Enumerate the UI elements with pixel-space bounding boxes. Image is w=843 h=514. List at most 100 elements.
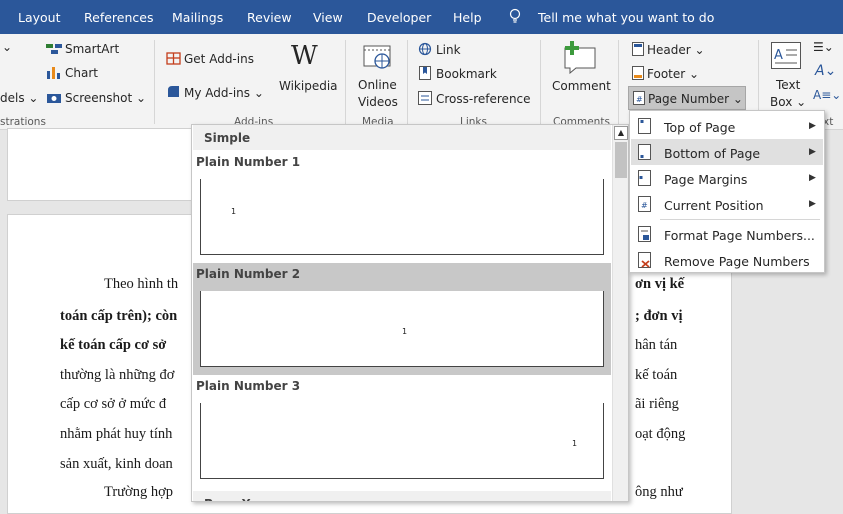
tab-layout[interactable]: Layout: [18, 10, 61, 25]
header-button[interactable]: Header ⌄: [632, 42, 705, 58]
top-of-page-icon: [638, 118, 651, 134]
doc-line-1-left[interactable]: Theo hình th: [104, 276, 178, 293]
gallery-section-header: Simple: [193, 125, 611, 150]
drop-cap-icon[interactable]: A≡⌄: [813, 88, 841, 103]
footer-preview: 1: [200, 403, 604, 479]
wordart-icon[interactable]: A⌄: [815, 64, 836, 79]
tab-developer[interactable]: Developer: [367, 10, 431, 25]
text-box-icon[interactable]: A: [771, 42, 801, 72]
gallery-scrollbar[interactable]: ▲: [612, 125, 628, 501]
comment-button[interactable]: Comment: [552, 79, 611, 94]
bookmark-button[interactable]: Bookmark: [418, 66, 497, 82]
doc-line-4-left[interactable]: thường là những đơ: [60, 367, 174, 384]
doc-line-6-right[interactable]: oạt động: [635, 426, 685, 443]
svg-text:A: A: [774, 48, 783, 63]
cross-reference-icon: [418, 91, 432, 105]
group-label-illustrations: strations: [0, 116, 46, 128]
menu-item-label: Remove Page Numbers: [664, 254, 810, 269]
doc-line-3-right[interactable]: hân tán: [635, 337, 677, 354]
page-margins-icon: [638, 170, 651, 186]
tab-review[interactable]: Review: [247, 10, 292, 25]
footer-icon: [632, 66, 644, 80]
divider: [154, 40, 155, 124]
get-addins-label: Get Add-ins: [184, 52, 254, 66]
chevron-down-icon[interactable]: ⌄: [2, 40, 12, 55]
menu-item-page-margins[interactable]: Page Margins ▶: [631, 165, 823, 191]
menu-item-label: Format Page Numbers...: [664, 228, 815, 243]
lightbulb-icon: [509, 8, 521, 23]
text-box-label-1[interactable]: Text: [776, 78, 800, 93]
screenshot-icon: [47, 94, 61, 103]
wikipedia-button[interactable]: Wikipedia: [279, 79, 338, 94]
submenu-arrow-icon: ▶: [809, 147, 816, 157]
cross-reference-button[interactable]: Cross-reference: [418, 91, 531, 107]
online-video-icon[interactable]: [362, 42, 394, 72]
menu-item-top-of-page[interactable]: Top of Page ▶: [631, 113, 823, 139]
chart-icon: [47, 67, 60, 79]
online-videos-label-1[interactable]: Online: [358, 78, 397, 93]
tab-references[interactable]: References: [84, 10, 153, 25]
doc-line-5-right[interactable]: ãi riêng: [635, 396, 679, 413]
puzzle-icon: [168, 86, 179, 97]
chart-label: Chart: [65, 66, 98, 80]
doc-line-8-left[interactable]: Trường hợp: [104, 484, 173, 501]
wikipedia-icon: W: [291, 41, 318, 71]
models-label: dels: [0, 91, 25, 105]
tab-view[interactable]: View: [313, 10, 343, 25]
screenshot-button[interactable]: Screenshot ⌄: [46, 91, 146, 106]
doc-line-3-left[interactable]: kế toán cấp cơ sở: [60, 337, 166, 354]
doc-line-1-right[interactable]: ơn vị kế: [635, 276, 684, 293]
menu-item-label: Current Position: [664, 198, 764, 213]
doc-line-4-right[interactable]: kế toán: [635, 367, 677, 384]
page-number-mark: 1: [231, 207, 237, 216]
doc-line-2-left[interactable]: toán cấp trên); còn: [60, 308, 177, 325]
page-number-button[interactable]: # Page Number ⌄: [628, 86, 746, 110]
gallery-item-plain-number-2[interactable]: Plain Number 2 1: [193, 263, 611, 375]
chart-button[interactable]: Chart: [46, 66, 98, 81]
footer-button[interactable]: Footer ⌄: [632, 66, 699, 82]
menu-item-bottom-of-page[interactable]: Bottom of Page ▶: [631, 139, 823, 165]
menu-item-format-page-numbers[interactable]: Format Page Numbers...: [631, 221, 823, 247]
doc-line-2-right[interactable]: ; đơn vị: [635, 308, 683, 325]
gallery-item-label: Plain Number 1: [196, 155, 301, 169]
header-label: Header: [647, 43, 691, 57]
current-position-icon: #: [638, 196, 651, 212]
gallery-item-label: Plain Number 2: [196, 267, 301, 281]
menu-item-remove-page-numbers[interactable]: Remove Page Numbers: [631, 247, 823, 273]
my-addins-label: My Add-ins: [184, 86, 251, 100]
menu-item-current-position[interactable]: # Current Position ▶: [631, 191, 823, 217]
page-number-mark: 1: [572, 439, 578, 448]
doc-line-5-left[interactable]: cấp cơ sở ở mức đ: [60, 396, 166, 413]
store-icon: [166, 52, 181, 65]
doc-line-8-right[interactable]: ông như: [635, 484, 683, 501]
smartart-button[interactable]: SmartArt: [46, 42, 119, 57]
page-number-label: Page Number: [648, 92, 730, 106]
text-box-label-2[interactable]: Box ⌄: [770, 95, 806, 110]
menu-item-label: Bottom of Page: [664, 146, 761, 161]
link-button[interactable]: Link: [418, 42, 461, 58]
scroll-up-arrow[interactable]: ▲: [614, 126, 628, 140]
menu-item-label: Top of Page: [664, 120, 736, 135]
my-addins-button[interactable]: My Add-ins ⌄: [166, 84, 264, 101]
scroll-thumb[interactable]: [615, 142, 627, 178]
doc-line-6-left[interactable]: nhằm phát huy tính: [60, 426, 172, 443]
text-box-label-2-text: Box: [770, 95, 793, 109]
models-button[interactable]: dels ⌄: [0, 91, 38, 106]
submenu-arrow-icon: ▶: [809, 173, 816, 183]
tab-mailings[interactable]: Mailings: [172, 10, 223, 25]
quick-parts-icon[interactable]: ☰⌄: [813, 40, 834, 55]
gallery-item-plain-number-1[interactable]: Plain Number 1 1: [193, 151, 611, 263]
tab-help[interactable]: Help: [453, 10, 482, 25]
page-number-content: # Page Number ⌄: [633, 91, 743, 107]
smartart-icon: [46, 44, 62, 54]
bookmark-icon: [419, 66, 431, 80]
new-comment-icon[interactable]: [562, 40, 598, 74]
ribbon-tab-bar: Layout References Mailings Review View D…: [0, 0, 843, 34]
get-addins-button[interactable]: Get Add-ins: [166, 50, 254, 67]
tell-me-search[interactable]: Tell me what you want to do: [538, 10, 714, 25]
page-number-icon: #: [633, 91, 645, 105]
doc-line-7-left[interactable]: sản xuất, kinh doan: [60, 456, 173, 473]
svg-text:#: #: [636, 95, 643, 104]
online-videos-label-2[interactable]: Videos: [358, 95, 398, 110]
gallery-item-plain-number-3[interactable]: Plain Number 3 1: [193, 375, 611, 487]
